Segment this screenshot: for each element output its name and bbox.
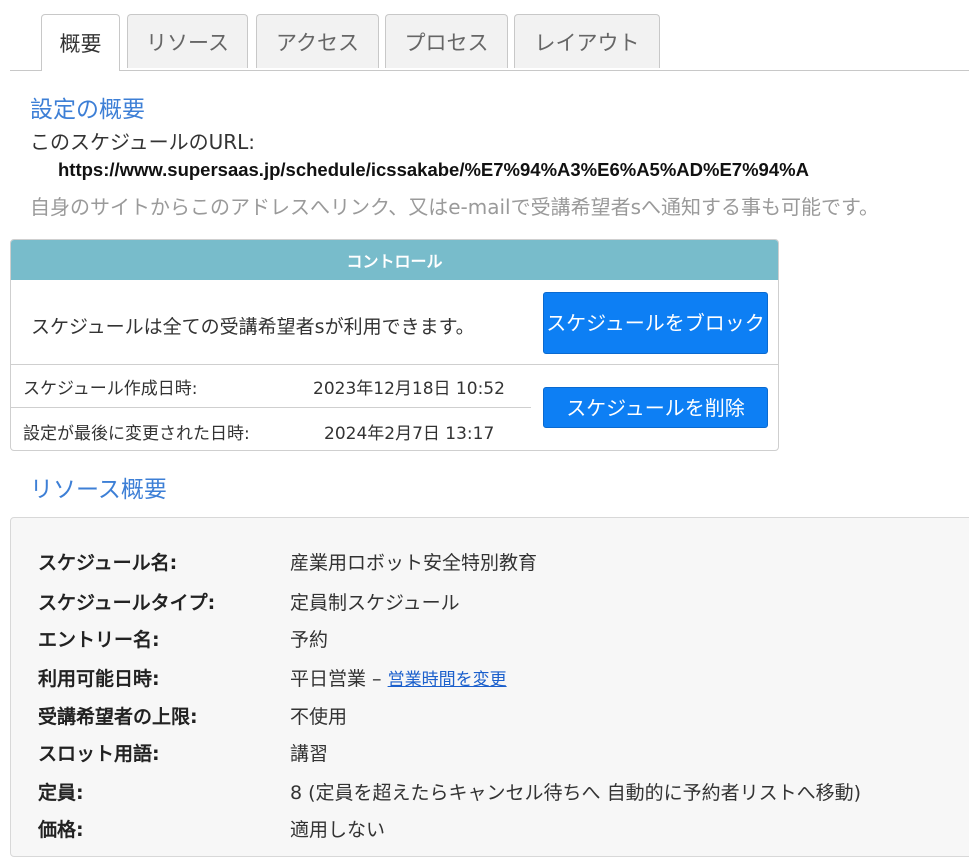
price-label: 価格: (38, 819, 84, 841)
divider (11, 364, 778, 365)
tab-resources[interactable]: リソース (127, 14, 248, 68)
availability-text: 平日営業 – (290, 668, 388, 690)
modified-label: 設定が最後に変更された日時: (23, 424, 250, 444)
schedule-type-value: 定員制スケジュール (290, 592, 460, 614)
tab-overview[interactable]: 概要 (41, 14, 120, 71)
entry-name-value: 予約 (290, 629, 329, 651)
slot-term-value: 講習 (290, 743, 329, 765)
resource-summary-title: リソース概要 (30, 477, 167, 503)
resource-summary-panel: スケジュール名: 産業用ロボット安全特別教育 スケジュールタイプ: 定員制スケジ… (10, 517, 969, 857)
control-panel-header: コントロール (11, 240, 778, 280)
created-label: スケジュール作成日時: (23, 379, 198, 399)
schedule-name-value: 産業用ロボット安全特別教育 (290, 552, 538, 574)
settings-overview-title: 設定の概要 (30, 97, 145, 123)
schedule-status: スケジュールは全ての受講希望者sが利用できます。 (31, 316, 475, 338)
delete-schedule-button[interactable]: スケジュールを削除 (543, 387, 768, 428)
control-panel: コントロール スケジュールは全ての受講希望者sが利用できます。 スケジュールをブ… (10, 239, 779, 451)
tab-layout[interactable]: レイアウト (514, 14, 660, 68)
max-applicants-label: 受講希望者の上限: (38, 706, 198, 728)
slot-term-label: スロット用語: (38, 743, 160, 765)
change-business-hours-link[interactable]: 営業時間を変更 (388, 670, 507, 690)
created-value: 2023年12月18日 10:52 (313, 379, 505, 399)
url-label: このスケジュールのURL: (30, 130, 256, 154)
availability-label: 利用可能日時: (38, 668, 160, 690)
availability-value: 平日営業 – 営業時間を変更 (290, 664, 507, 691)
tab-access[interactable]: アクセス (256, 14, 379, 68)
schedule-url: https://www.supersaas.jp/schedule/icssak… (58, 159, 809, 180)
block-schedule-button[interactable]: スケジュールをブロック (543, 292, 768, 354)
tab-process[interactable]: プロセス (385, 14, 508, 68)
schedule-name-label: スケジュール名: (38, 552, 178, 574)
tab-bar: 概要 リソース アクセス プロセス レイアウト (10, 14, 969, 71)
modified-value: 2024年2月7日 13:17 (324, 424, 495, 444)
divider (11, 407, 531, 408)
capacity-value: 8 (定員を超えたらキャンセル待ちへ 自動的に予約者リストへ移動) (290, 782, 861, 804)
schedule-type-label: スケジュールタイプ: (38, 592, 216, 614)
max-applicants-value: 不使用 (290, 706, 348, 728)
capacity-label: 定員: (38, 782, 84, 804)
price-value: 適用しない (290, 819, 386, 841)
entry-name-label: エントリー名: (38, 629, 160, 651)
url-hint: 自身のサイトからこのアドレスへリンク、又はe-mailで受講希望者sへ通知する事… (30, 195, 879, 219)
